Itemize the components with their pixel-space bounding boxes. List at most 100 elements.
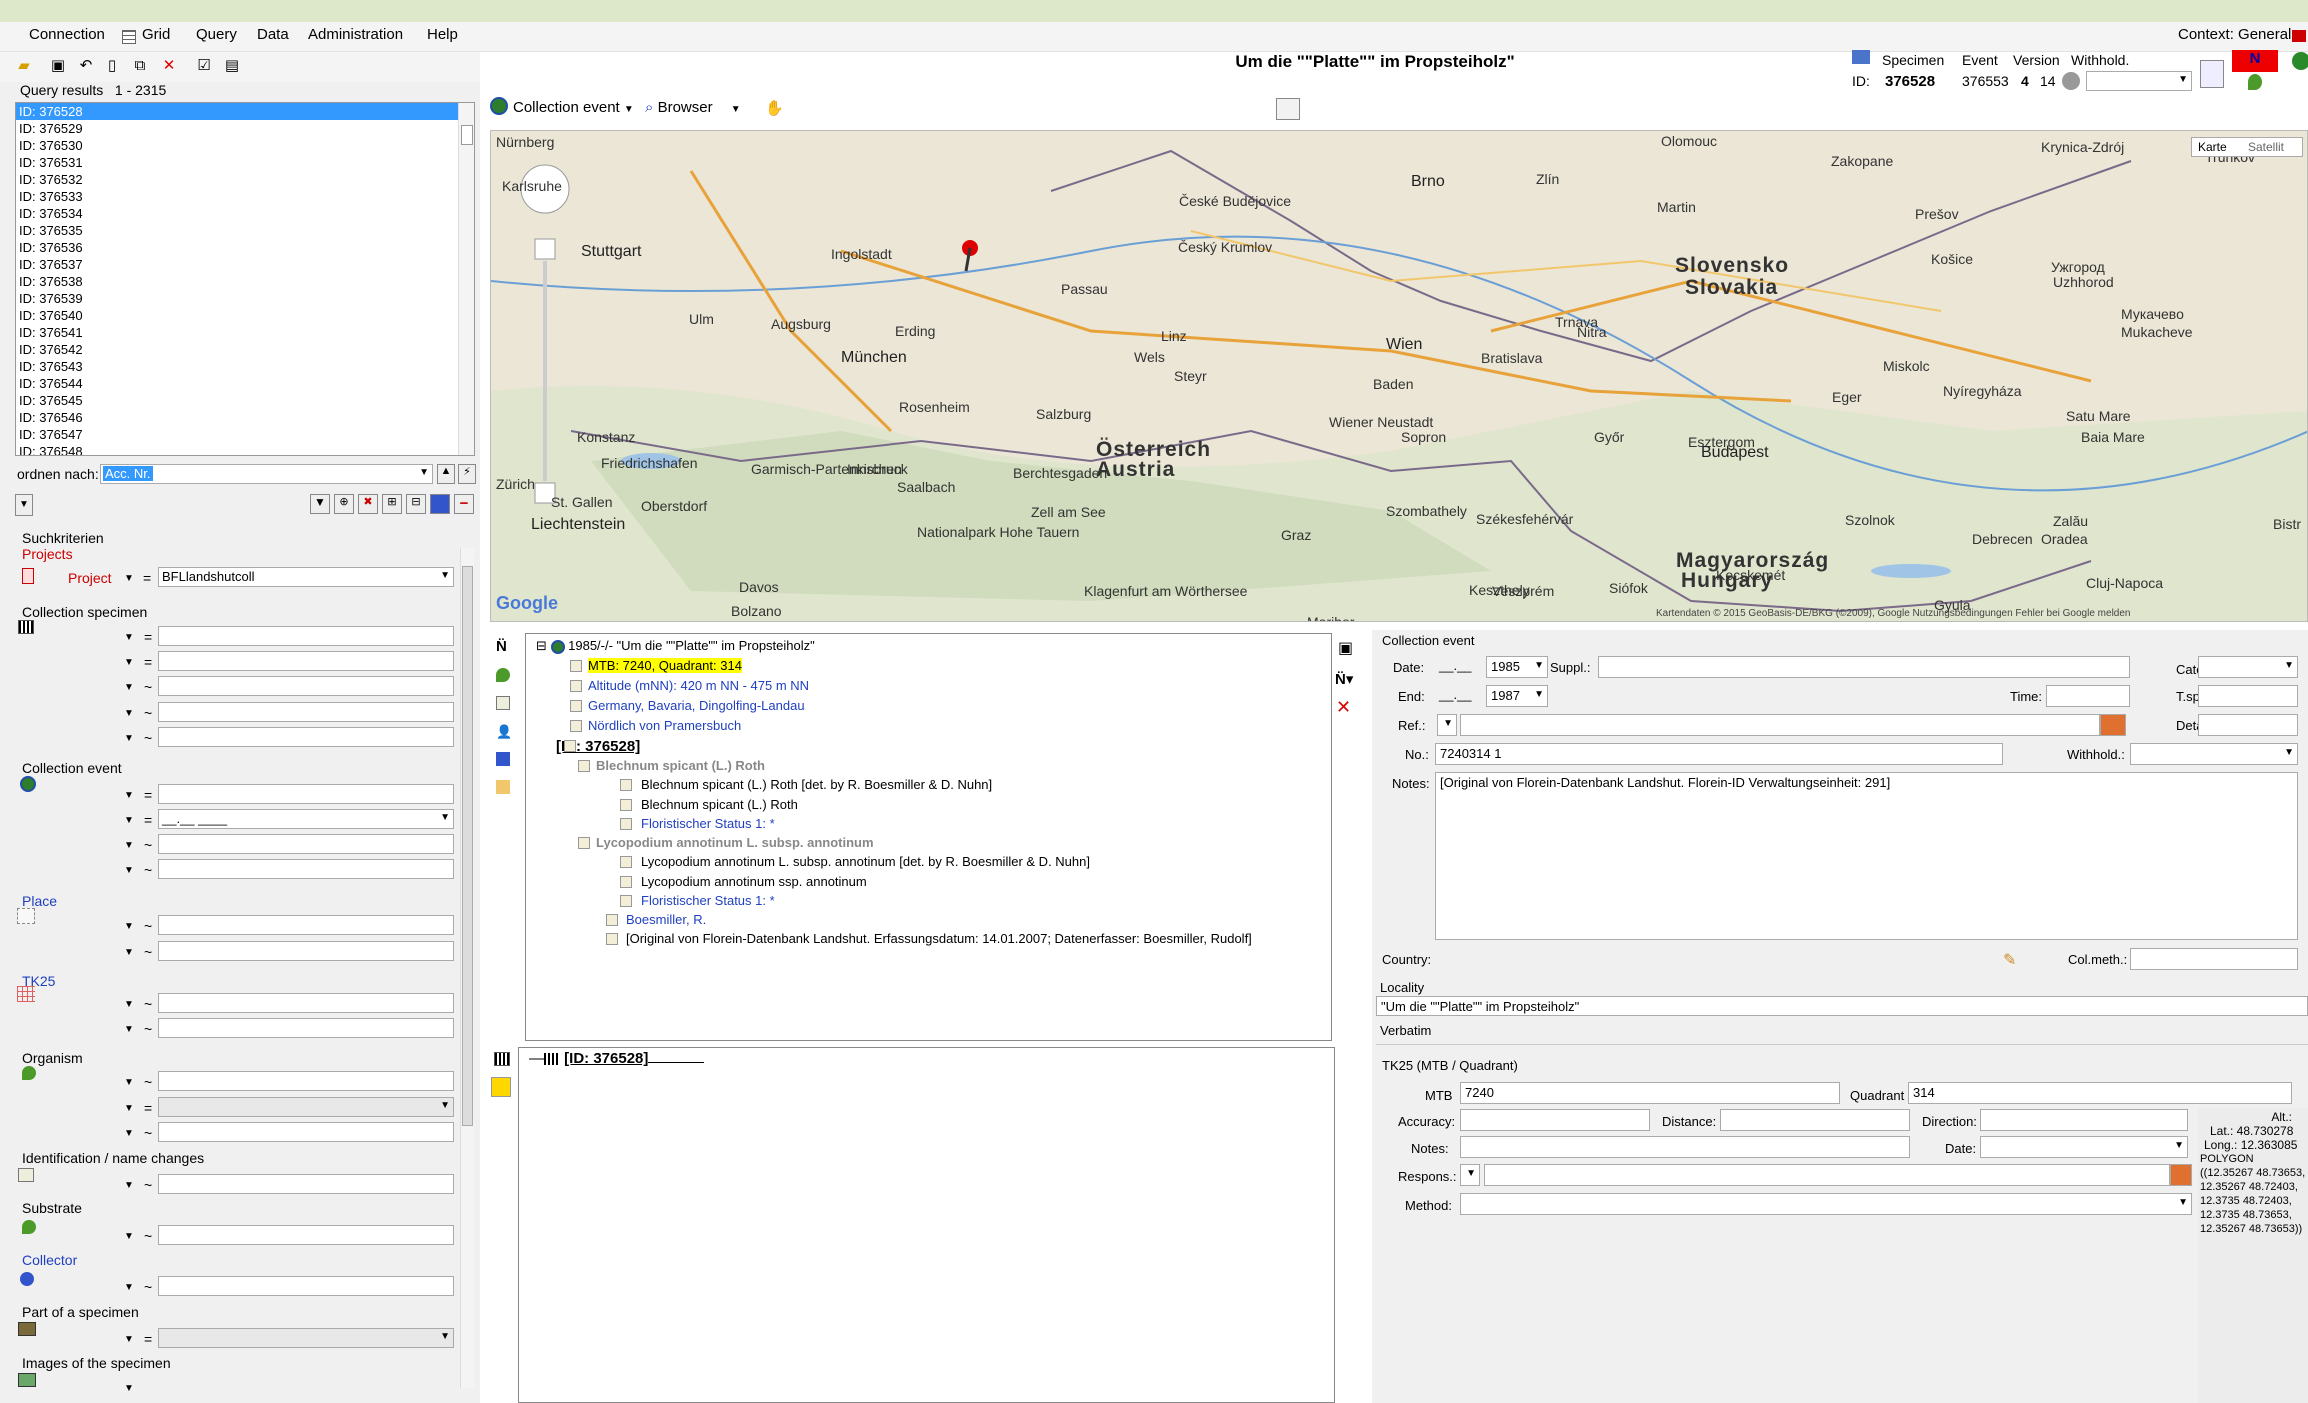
query-result-item[interactable]: ID: 376534 [16, 205, 474, 222]
operator-dropdown[interactable]: ▼ [124, 1383, 134, 1394]
query-result-item[interactable]: ID: 376543 [16, 358, 474, 375]
tree-node-place[interactable]: Nördlich von Pramersbuch [588, 718, 741, 733]
tree-node-note[interactable]: [Original von Florein-Datenbank Landshut… [626, 931, 1252, 946]
operator-dropdown[interactable]: ▼ [124, 682, 134, 693]
locality-field[interactable]: "Um die ""Platte"" im Propsteiholz" [1376, 996, 2308, 1016]
quadrant-field[interactable]: 314 [1908, 1082, 2292, 1104]
last-ident-field[interactable] [158, 1071, 454, 1091]
project-select[interactable]: BFLlandshutcoll ▼ [158, 567, 454, 587]
end-year-select[interactable]: 1987 ▼ [1486, 685, 1548, 707]
respons-dropdown[interactable]: ▼ [1460, 1164, 1480, 1186]
sort-up-button[interactable]: ▲ [437, 464, 455, 484]
suppl-field[interactable] [1598, 656, 2130, 678]
acc-nr-field[interactable] [158, 626, 454, 646]
map-toggle-icon[interactable] [1276, 98, 1300, 120]
event-nr-field[interactable] [158, 859, 454, 879]
date-year-select[interactable]: 1985 ▼ [1486, 656, 1548, 678]
open-icon[interactable]: ▰ [14, 56, 34, 76]
print-icon[interactable]: ▤ [222, 56, 242, 76]
satellit-button[interactable]: Satellit [2248, 140, 2284, 154]
layout-icon[interactable] [2200, 60, 2224, 88]
query-result-item[interactable]: ID: 376540 [16, 307, 474, 324]
collector-field[interactable] [158, 1276, 454, 1296]
query-result-item[interactable]: ID: 376548 [16, 443, 474, 455]
operator-dropdown[interactable]: ▼ [124, 657, 134, 668]
distance-field[interactable] [1720, 1109, 1910, 1131]
end-day-month-field[interactable]: __.__ [1435, 685, 1475, 707]
notes-field[interactable]: [Original von Florein-Datenbank Landshut… [1435, 772, 2298, 940]
tree-node-collector[interactable]: Boesmiller, R. [626, 912, 706, 927]
hand-icon[interactable]: ✋ [765, 99, 784, 117]
menu-grid[interactable]: Grid [142, 26, 170, 43]
filter-icon[interactable]: ▼ [310, 494, 330, 514]
specimen-id-field[interactable] [158, 651, 454, 671]
query-result-item[interactable]: ID: 376531 [16, 154, 474, 171]
depositor-field[interactable] [158, 676, 454, 696]
filter-load-icon[interactable]: ⊟ [406, 494, 426, 514]
tree-node-altitude[interactable]: Altitude (mNN): 420 m NN - 475 m NN [588, 678, 809, 693]
query-result-item[interactable]: ID: 376532 [16, 171, 474, 188]
direction-field[interactable] [1980, 1109, 2188, 1131]
tree-node-organism-2[interactable]: Lycopodium annotinum L. subsp. annotinum [596, 835, 874, 850]
ref-link-button[interactable] [2100, 714, 2126, 736]
collection-event-button[interactable]: Collection event ▼ [513, 99, 634, 116]
tree-node-name-2[interactable]: Lycopodium annotinum ssp. annotinum [641, 874, 867, 889]
operator-dropdown[interactable]: ▼ [124, 1024, 134, 1035]
ref-field[interactable] [1460, 714, 2100, 736]
minus-icon[interactable]: − [454, 494, 474, 514]
image-icon[interactable] [491, 1077, 511, 1097]
tax-group-field[interactable]: ▼ [158, 1097, 454, 1117]
mtb-field[interactable]: 7240 [1460, 1082, 1840, 1104]
tax-name-field[interactable] [158, 1174, 454, 1194]
tree-node-organism-1[interactable]: Blechnum spicant (L.) Roth [596, 758, 765, 773]
query-results-list[interactable]: ID: 376528 ID: 376529 ID: 376530 ID: 376531… [15, 102, 475, 456]
query-result-item[interactable]: ID: 376535 [16, 222, 474, 239]
orig-notes-field[interactable] [158, 727, 454, 747]
query-result-item[interactable]: ID: 376529 [16, 120, 474, 137]
operator-dropdown[interactable]: ▼ [124, 815, 134, 826]
quadrant-field[interactable] [158, 1018, 454, 1038]
tree-node-ident-1[interactable]: Blechnum spicant (L.) Roth [det. by R. B… [641, 777, 992, 792]
tree-north-icon[interactable]: N̈▾ [1335, 670, 1353, 688]
withhold-event-select[interactable]: ▼ [2130, 743, 2298, 765]
edit-pencil-icon[interactable]: ✎ [2003, 950, 2016, 970]
date-day-month-field[interactable]: __.__ [1435, 656, 1475, 678]
map-view[interactable]: Nürnberg Olomouc Brno Zlín Zakopane Krynica-Z… [490, 130, 2308, 622]
query-result-item[interactable]: ID: 376537 [16, 256, 474, 273]
north-icon[interactable]: N̈ [496, 638, 507, 655]
operator-dropdown[interactable]: ▼ [124, 1180, 134, 1191]
operator-dropdown[interactable]: ▼ [124, 865, 134, 876]
ident-icon[interactable] [496, 696, 510, 710]
query-result-item[interactable]: ID: 376546 [16, 409, 474, 426]
time-field[interactable] [2046, 685, 2130, 707]
tk25-field[interactable] [158, 993, 454, 1013]
tspan-field[interactable] [2198, 685, 2298, 707]
tree-node-name-1[interactable]: Blechnum spicant (L.) Roth [641, 797, 798, 812]
tree-delete-icon[interactable]: ✕ [1336, 697, 1351, 718]
family-field[interactable] [158, 1122, 454, 1142]
list-icon[interactable] [430, 494, 450, 514]
tree-node-ident-2[interactable]: Lycopodium annotinum L. subsp. annotinum… [641, 854, 1090, 869]
copy-icon[interactable]: ⧉ [130, 56, 150, 76]
operator-dropdown[interactable]: ▼ [124, 1103, 134, 1114]
query-result-item[interactable]: ID: 376545 [16, 392, 474, 409]
query-result-item[interactable]: ID: 376533 [16, 188, 474, 205]
menu-connection[interactable]: Connection [29, 26, 105, 43]
query-result-item[interactable]: ID: 376528 [16, 103, 474, 120]
sort-select[interactable]: Acc. Nr. ▼ [100, 464, 433, 484]
filter-save-icon[interactable]: ⊞ [382, 494, 402, 514]
specimen-tree[interactable]: ⊟ 1985/-/- "Um die ""Platte"" im Propste… [525, 633, 1332, 1041]
category-select[interactable]: ▼ [2198, 656, 2298, 678]
ref-dropdown[interactable]: ▼ [1437, 714, 1457, 736]
query-result-item[interactable]: ID: 376536 [16, 239, 474, 256]
checkbox-icon[interactable]: ☑ [194, 56, 214, 76]
collapse-button[interactable]: ▼ [15, 494, 33, 516]
number-field[interactable]: 7240314 1 [1435, 743, 2003, 765]
tree-node-status-1[interactable]: Floristischer Status 1: * [641, 816, 775, 831]
karte-button[interactable]: Karte [2198, 140, 2227, 154]
note-icon[interactable] [496, 780, 510, 794]
place-field[interactable] [158, 915, 454, 935]
query-result-item[interactable]: ID: 376538 [16, 273, 474, 290]
operator-dropdown[interactable]: ▼ [124, 1077, 134, 1088]
query-result-item[interactable]: ID: 376539 [16, 290, 474, 307]
